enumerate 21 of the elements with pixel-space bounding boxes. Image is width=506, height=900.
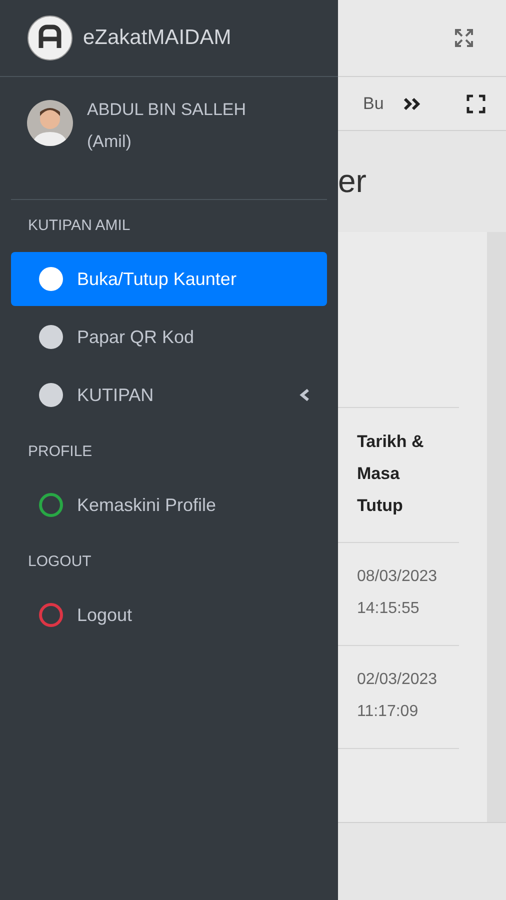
expand-icon[interactable] [454, 28, 474, 48]
nav-header: PROFILE [27, 442, 94, 462]
user-name[interactable]: ABDUL BIN SALLEH [87, 94, 246, 126]
table-cell-text: 02/03/2023 11:17:09 [357, 670, 438, 722]
logo-icon [27, 15, 73, 61]
table-cell-text: 08/03/2023 14:15:55 [357, 567, 438, 619]
nav-item[interactable]: KUTIPAN [11, 368, 327, 422]
nav-header: KUTIPAN AMIL [27, 216, 132, 236]
brand-title[interactable]: eZakatMAIDAM [83, 26, 232, 50]
double-chevron-icon[interactable] [403, 96, 421, 110]
page-heading: er [338, 163, 366, 200]
nav-item[interactable]: Papar QR Kod [11, 310, 327, 364]
nav-item[interactable]: Kemaskini Profile [11, 478, 327, 532]
user-role: (Amil) [87, 131, 132, 153]
nav-item[interactable]: Logout [11, 588, 327, 642]
avatar [27, 100, 73, 146]
nav-header: LOGOUT [27, 552, 92, 572]
nav-item[interactable]: Buka/Tutup Kaunter [11, 252, 327, 306]
column-header: Tarikh & Masa Tutup [357, 431, 425, 517]
fullscreen-icon[interactable] [466, 94, 486, 114]
toolbar-link[interactable]: Bu [363, 94, 387, 114]
